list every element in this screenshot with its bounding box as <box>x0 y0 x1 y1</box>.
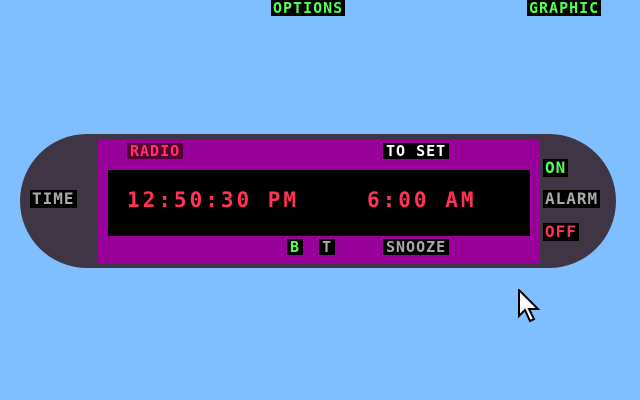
snooze-button[interactable]: SNOOZE <box>383 239 450 255</box>
current-time: 12:50:30 PM <box>127 188 300 212</box>
mouse-pointer-icon <box>518 289 541 323</box>
alarm-on-button[interactable]: ON <box>543 159 569 177</box>
radio-button[interactable]: RADIO <box>127 143 184 159</box>
menu-options[interactable]: OPTIONS <box>271 0 346 16</box>
to-set-button[interactable]: TO SET <box>383 143 450 159</box>
alarm-off-button[interactable]: OFF <box>543 223 579 241</box>
alarm-label: ALARM <box>543 189 601 208</box>
b-button[interactable]: B <box>287 239 304 255</box>
menu-graphic[interactable]: GRAPHIC <box>527 0 602 16</box>
alarm-time: 6:00 AM <box>367 188 477 212</box>
time-label: TIME <box>30 189 77 208</box>
t-button[interactable]: T <box>319 239 336 255</box>
